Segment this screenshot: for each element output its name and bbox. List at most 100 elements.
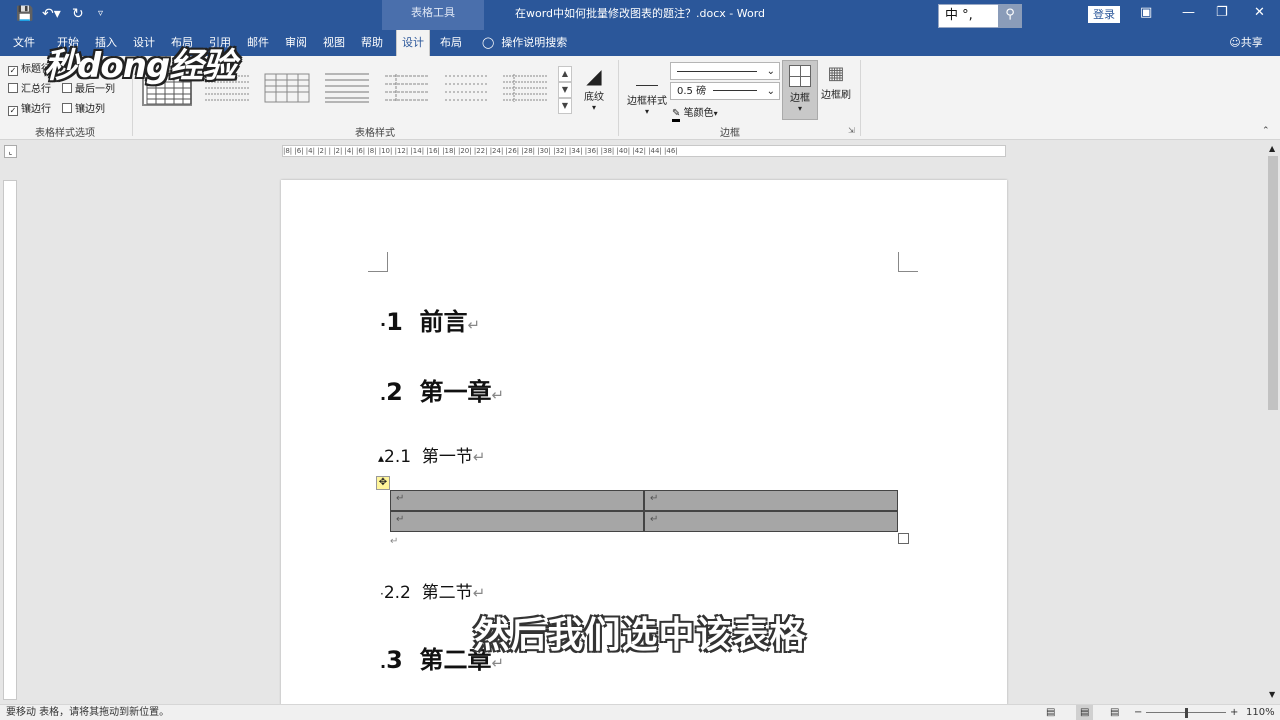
line-weight-select[interactable]: 0.5 磅 ⌄ — [670, 82, 780, 100]
margin-corner-mark — [368, 252, 388, 272]
checkbox[interactable]: ✓ — [8, 66, 18, 76]
close-icon[interactable]: ✕ — [1254, 5, 1265, 20]
horizontal-ruler[interactable]: |8| |6| |4| |2| | |2| |4| |6| |8| |10| |… — [282, 145, 1006, 157]
option-banded-columns[interactable]: 镶边列 — [62, 103, 105, 117]
table-cell[interactable]: ↵ — [390, 511, 644, 532]
border-styles-label: 边框样式 — [627, 96, 667, 107]
print-layout-icon[interactable]: ▤ — [1076, 705, 1094, 720]
border-line-icon — [636, 64, 658, 86]
status-bar: 要移动 表格，请将其拖动到新位置。 ▤ ▤ ▤ − + 110% — [0, 704, 1280, 720]
chevron-down-icon: ▾ — [591, 103, 596, 112]
zoom-slider-thumb[interactable] — [1185, 708, 1188, 718]
tab-selector-icon[interactable]: ⌞ — [4, 145, 17, 158]
table-style-4[interactable] — [322, 70, 372, 106]
paragraph-mark: ↵ — [390, 536, 399, 547]
tab-view[interactable]: 视图 — [316, 30, 352, 56]
gallery-scroll-up-icon[interactable]: ▲ — [558, 66, 572, 82]
ribbon-display-icon[interactable]: ▣ — [1140, 5, 1152, 20]
selected-table[interactable]: ↵ ↵ ↵ ↵ — [390, 490, 898, 532]
share-label: 共享 — [1240, 36, 1263, 49]
tab-file[interactable]: 文件 — [6, 30, 42, 56]
minimize-icon[interactable]: — — [1182, 5, 1195, 20]
border-painter-label: 边框刷 — [821, 90, 851, 101]
heading-text: 第二节 — [421, 583, 473, 603]
gallery-more-icon[interactable]: ▼ — [558, 98, 572, 114]
shading-button[interactable]: ◢ 底纹 ▾ — [578, 64, 610, 112]
heading-text: 第一节 — [421, 447, 473, 467]
scrollbar-thumb[interactable] — [1268, 156, 1278, 410]
customize-icon[interactable]: ▿ — [98, 6, 103, 22]
scroll-up-icon[interactable]: ▲ — [1269, 144, 1275, 153]
chevron-down-icon: ⌄ — [766, 66, 775, 77]
pen-color-button[interactable]: ✎ 笔颜色▾ — [672, 104, 732, 122]
table-move-handle-icon[interactable]: ✥ — [376, 476, 390, 490]
table-style-5[interactable] — [382, 70, 432, 106]
table-style-6[interactable] — [442, 70, 492, 106]
redo-icon[interactable]: ↻ — [72, 6, 84, 22]
zoom-level[interactable]: 110% — [1246, 705, 1275, 720]
web-layout-icon[interactable]: ▤ — [1110, 705, 1119, 720]
shading-label: 底纹 — [584, 92, 604, 103]
styles-group-label: 表格样式 — [355, 128, 395, 139]
title-bar: 💾 ↶▾ ↻ ▿ 表格工具 在word中如何批量修改图表的题注？.docx - … — [0, 0, 1280, 30]
tell-me-box[interactable]: ◯ 操作说明搜索 — [482, 30, 602, 56]
tell-me-label: 操作说明搜索 — [501, 36, 568, 49]
chevron-down-icon: ▾ — [713, 109, 718, 118]
paragraph-mark: ↵ — [472, 448, 486, 466]
borders-group-label: 边框 — [720, 128, 740, 139]
option-banded-rows[interactable]: ✓ 镶边行 — [8, 103, 51, 117]
checkbox[interactable]: ✓ — [8, 106, 18, 116]
borders-grid-icon — [789, 65, 811, 87]
tab-table-layout[interactable]: 布局 — [434, 30, 468, 56]
gallery-scroll-down-icon[interactable]: ▼ — [558, 82, 572, 98]
border-painter-button[interactable]: ▦ 边框刷 — [818, 62, 854, 101]
tab-help[interactable]: 帮助 — [354, 30, 390, 56]
tab-table-design[interactable]: 设计 — [396, 30, 430, 56]
share-button[interactable]: ☺共享 — [1224, 30, 1268, 56]
heading-2-1[interactable]: ▴2.1 第一节↵ — [378, 442, 485, 467]
group-divider — [618, 60, 619, 136]
paint-bucket-icon: ◢ — [586, 64, 602, 88]
checkbox[interactable] — [8, 83, 18, 93]
zoom-in-icon[interactable]: + — [1230, 705, 1238, 720]
table-cell[interactable]: ↵ — [390, 490, 644, 511]
heading-text: 第一章 — [419, 378, 492, 406]
ime-mode: 中 °, — [945, 8, 973, 23]
document-title: 在word中如何批量修改图表的题注？.docx - Word — [514, 7, 766, 20]
borders-label: 边框 — [790, 93, 810, 104]
option-label: 镶边行 — [21, 104, 51, 115]
dialog-launcher-icon[interactable]: ⇲ — [848, 126, 855, 135]
table-cell[interactable]: ↵ — [644, 490, 898, 511]
chevron-down-icon: ▾ — [644, 107, 649, 116]
restore-icon[interactable]: ❐ — [1216, 5, 1228, 20]
heading-2-2[interactable]: ·2.2 第二节↵ — [380, 578, 485, 603]
collapse-ribbon-icon[interactable]: ⌃ — [1262, 126, 1270, 136]
ime-indicator[interactable]: 中 °, ⚲ — [938, 4, 1022, 28]
heading-number: 2.2 — [383, 583, 411, 603]
tab-mailings[interactable]: 邮件 — [240, 30, 276, 56]
save-icon[interactable]: 💾 — [16, 6, 33, 22]
borders-button[interactable]: 边框 ▾ — [782, 60, 818, 120]
checkbox[interactable] — [62, 103, 72, 113]
options-group-label: 表格样式选项 — [35, 128, 95, 139]
heading-1[interactable]: ·1 前言↵ — [380, 302, 480, 337]
scroll-down-icon[interactable]: ▼ — [1269, 690, 1275, 699]
margin-corner-mark — [898, 252, 918, 272]
read-mode-icon[interactable]: ▤ — [1046, 705, 1055, 720]
option-label: 镶边列 — [75, 104, 105, 115]
table-cell[interactable]: ↵ — [644, 511, 898, 532]
border-styles-button[interactable]: 边框样式 ▾ — [624, 64, 670, 116]
table-style-3[interactable] — [262, 70, 312, 106]
table-style-7[interactable] — [500, 70, 550, 106]
watermark-logo: 秒dong经验 — [44, 46, 236, 86]
zoom-out-icon[interactable]: − — [1134, 705, 1142, 720]
tab-review[interactable]: 审阅 — [278, 30, 314, 56]
search-icon[interactable]: ⚲ — [998, 4, 1022, 28]
login-button[interactable]: 登录 — [1088, 6, 1120, 23]
heading-text: 前言 — [419, 308, 468, 336]
line-style-select[interactable]: ⌄ — [670, 62, 780, 80]
undo-icon[interactable]: ↶▾ — [42, 6, 61, 22]
table-resize-handle[interactable] — [898, 533, 909, 544]
heading-2[interactable]: .2 第一章↵ — [380, 372, 504, 407]
heading-number: 2.1 — [384, 447, 412, 467]
